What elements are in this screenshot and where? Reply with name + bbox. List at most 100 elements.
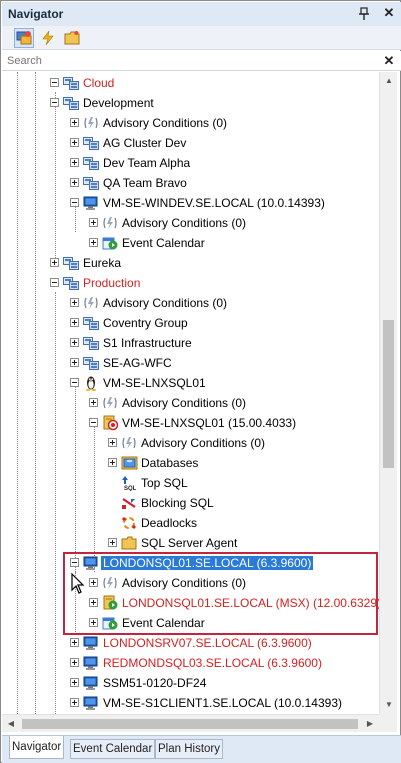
tree-node-label[interactable]: LONDONSQL01.SE.LOCAL (MSX) (12.00.6329) xyxy=(122,596,379,610)
tree-node-label[interactable]: REDMONDSQL03.SE.LOCAL (6.3.9600) xyxy=(103,656,322,670)
tree-node-label[interactable]: Advisory Conditions (0) xyxy=(122,216,246,230)
expand-icon[interactable] xyxy=(70,678,79,687)
tree-node-label[interactable]: Advisory Conditions (0) xyxy=(141,436,265,450)
search-input[interactable] xyxy=(7,53,367,69)
tree-node[interactable]: S1 Infrastructure xyxy=(2,333,379,353)
collapse-icon[interactable] xyxy=(50,98,59,107)
collapse-icon[interactable] xyxy=(50,78,59,87)
collapse-icon[interactable] xyxy=(70,378,79,387)
tree-node-label[interactable]: SSM51-0120-DF24 xyxy=(103,676,206,690)
close-icon[interactable]: ✕ xyxy=(382,5,396,21)
tree-node-label[interactable]: Blocking SQL xyxy=(141,496,214,510)
expand-icon[interactable] xyxy=(89,578,98,587)
expand-icon[interactable] xyxy=(108,438,117,447)
tree-node-label[interactable]: LONDONSRV07.SE.LOCAL (6.3.9600) xyxy=(103,636,312,650)
tree-node-label[interactable]: Advisory Conditions (0) xyxy=(122,396,246,410)
tab-plan-history[interactable]: Plan History xyxy=(155,739,223,759)
pin-icon[interactable] xyxy=(358,7,370,21)
tree-node-label[interactable]: S1 Infrastructure xyxy=(103,336,192,350)
tree-node-label[interactable]: SQL Server Agent xyxy=(141,536,237,550)
tab-navigator[interactable]: Navigator xyxy=(9,736,65,759)
expand-icon[interactable] xyxy=(70,118,79,127)
tree-node-label[interactable]: Cloud xyxy=(83,76,114,90)
expand-icon[interactable] xyxy=(108,458,117,467)
scroll-up-icon[interactable]: ▲ xyxy=(380,72,398,90)
tree-node-label[interactable]: LONDONSQL01.SE.LOCAL (6.3.9600) xyxy=(101,556,314,570)
tree-node-label[interactable]: Advisory Conditions (0) xyxy=(122,576,246,590)
tree-node[interactable]: SQL Top SQL xyxy=(2,473,379,493)
collapse-icon[interactable] xyxy=(70,558,79,567)
vertical-scroll-thumb[interactable] xyxy=(383,320,394,468)
expand-icon[interactable] xyxy=(70,158,79,167)
expand-icon[interactable] xyxy=(70,298,79,307)
tree-node-label[interactable]: Coventry Group xyxy=(103,316,188,330)
tree-node[interactable]: Advisory Conditions (0) xyxy=(2,433,379,453)
tree-node[interactable]: Development xyxy=(2,93,379,113)
scroll-down-icon[interactable]: ▼ xyxy=(380,696,398,714)
tree-node[interactable]: Advisory Conditions (0) xyxy=(2,393,379,413)
tree-node[interactable]: AG Cluster Dev xyxy=(2,133,379,153)
tree-node[interactable]: Advisory Conditions (0) xyxy=(2,293,379,313)
scroll-left-icon[interactable]: ◀ xyxy=(2,715,20,733)
tree-node[interactable]: SSM51-0120-DF24 xyxy=(2,673,379,693)
tree-node-label[interactable]: Databases xyxy=(141,456,198,470)
tree-node[interactable]: SQL Server Agent xyxy=(2,533,379,553)
vertical-scrollbar[interactable]: ▲ ▼ xyxy=(379,72,397,714)
tree-node[interactable]: VM-SE-WINDEV.SE.LOCAL (10.0.14393) xyxy=(2,193,379,213)
clear-search-icon[interactable]: ✕ xyxy=(382,52,396,70)
tree-node-label[interactable]: Event Calendar xyxy=(122,236,205,250)
tree-node[interactable]: VM-SE-LNXSQL01 (15.00.4033) xyxy=(2,413,379,433)
tree-node-label[interactable]: VM-SE-S1CLIENT1.SE.LOCAL (10.0.14393) xyxy=(103,696,342,710)
tree-node[interactable]: LONDONSQL01.SE.LOCAL (6.3.9600) xyxy=(2,553,379,573)
tree-node[interactable]: VM-SE-LNXSQL01 xyxy=(2,373,379,393)
tree-node-label[interactable]: VM-SE-WINDEV.SE.LOCAL (10.0.14393) xyxy=(103,196,325,210)
tree-node-label[interactable]: VM-SE-LNXSQL01 (15.00.4033) xyxy=(122,416,296,430)
tree-node[interactable]: Event Calendar xyxy=(2,613,379,633)
expand-icon[interactable] xyxy=(108,538,117,547)
tree-node[interactable]: Deadlocks xyxy=(2,513,379,533)
tree-node[interactable]: Coventry Group xyxy=(2,313,379,333)
tree-node[interactable]: QA Team Bravo xyxy=(2,173,379,193)
tree-node[interactable]: Production xyxy=(2,273,379,293)
expand-icon[interactable] xyxy=(70,358,79,367)
tree-node-label[interactable]: Advisory Conditions (0) xyxy=(103,116,227,130)
tree-node-label[interactable]: Eureka xyxy=(83,256,121,270)
tab-event-calendar[interactable]: Event Calendar xyxy=(70,739,156,759)
tree-node[interactable]: Cloud xyxy=(2,73,379,93)
tree-node[interactable]: SE-AG-WFC xyxy=(2,353,379,373)
tree-node[interactable]: Advisory Conditions (0) xyxy=(2,573,379,593)
servers-view-icon[interactable] xyxy=(14,28,34,48)
expand-icon[interactable] xyxy=(70,338,79,347)
tree-node[interactable]: Event Calendar xyxy=(2,233,379,253)
expand-icon[interactable] xyxy=(50,258,59,267)
expand-icon[interactable] xyxy=(70,698,79,707)
expand-icon[interactable] xyxy=(70,638,79,647)
collapse-icon[interactable] xyxy=(50,278,59,287)
expand-icon[interactable] xyxy=(70,178,79,187)
tree-node-label[interactable]: Production xyxy=(83,276,140,290)
tree-node[interactable]: REDMONDSQL03.SE.LOCAL (6.3.9600) xyxy=(2,653,379,673)
tree-node-label[interactable]: Deadlocks xyxy=(141,516,197,530)
tree-node-label[interactable]: Event Calendar xyxy=(122,616,205,630)
tree-node[interactable]: Dev Team Alpha xyxy=(2,153,379,173)
tree-node[interactable]: VM-SE-S1CLIENT1.SE.LOCAL (10.0.14393) xyxy=(2,693,379,713)
tree-node-label[interactable]: Dev Team Alpha xyxy=(103,156,190,170)
tree-node-label[interactable]: VM-SE-LNXSQL01 xyxy=(103,376,206,390)
tree-node-label[interactable]: AG Cluster Dev xyxy=(103,136,186,150)
expand-icon[interactable] xyxy=(70,658,79,667)
expand-icon[interactable] xyxy=(70,138,79,147)
horizontal-scroll-thumb[interactable] xyxy=(22,719,358,729)
tree-node[interactable]: LONDONSQL01.SE.LOCAL (MSX) (12.00.6329) xyxy=(2,593,379,613)
tree-node[interactable]: Databases xyxy=(2,453,379,473)
tree-node[interactable]: Advisory Conditions (0) xyxy=(2,213,379,233)
tree-node[interactable]: Eureka xyxy=(2,253,379,273)
scroll-right-icon[interactable]: ▶ xyxy=(361,715,379,733)
expand-icon[interactable] xyxy=(89,398,98,407)
tree-node[interactable]: Blocking SQL xyxy=(2,493,379,513)
expand-icon[interactable] xyxy=(89,598,98,607)
tree-node-label[interactable]: Advisory Conditions (0) xyxy=(103,296,227,310)
expand-icon[interactable] xyxy=(89,238,98,247)
horizontal-scrollbar[interactable]: ◀ ▶ xyxy=(2,714,379,732)
tree-node[interactable]: LONDONSRV07.SE.LOCAL (6.3.9600) xyxy=(2,633,379,653)
tree-node-label[interactable]: QA Team Bravo xyxy=(103,176,187,190)
